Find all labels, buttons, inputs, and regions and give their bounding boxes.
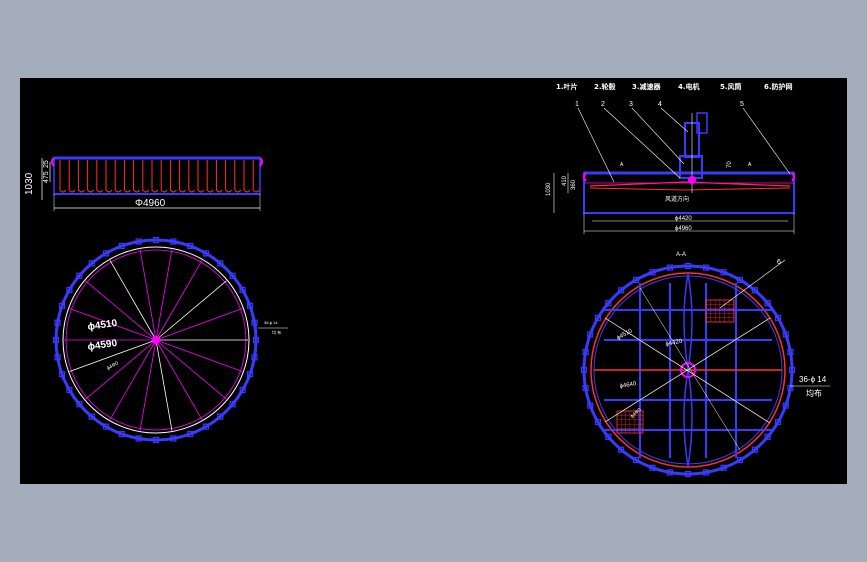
right-flange-right bbox=[791, 172, 795, 182]
right-dim-top: 70 bbox=[727, 161, 733, 168]
right-plan-dim-2: ϕ4640 bbox=[619, 381, 637, 390]
left-blade-rib bbox=[87, 160, 94, 193]
left-blade-rib bbox=[96, 160, 104, 193]
right-top-mark-2: A bbox=[748, 162, 752, 168]
leader-4 bbox=[660, 107, 689, 133]
left-blade-rib bbox=[225, 160, 232, 193]
left-blade-rib bbox=[206, 160, 214, 193]
legend-item-3: 3.减速器 bbox=[632, 82, 662, 91]
left-dim-height-a: 475 bbox=[43, 171, 50, 183]
left-blade-rib bbox=[197, 160, 205, 193]
right-plan-dim-line-3 bbox=[639, 287, 741, 451]
left-dim-height-total: 1030 bbox=[24, 172, 35, 195]
right-dim-height-b: 360 bbox=[571, 179, 577, 190]
reducer-body bbox=[679, 155, 703, 179]
left-blade-rib bbox=[142, 160, 150, 193]
left-plan-spoke bbox=[155, 339, 243, 372]
hub-circle bbox=[688, 176, 696, 184]
right-dim-outer: ϕ4960 bbox=[675, 226, 692, 232]
left-blade-rib bbox=[151, 160, 159, 193]
part-number-1: 1 bbox=[575, 101, 579, 108]
legend-item-6: 6.防护网 bbox=[764, 82, 793, 91]
right-section-view: 1.叶片 2.轮毂 3.减速器 4.电机 5.风筒 6.防护网 1 2 3 4 … bbox=[546, 82, 795, 234]
left-blade-rib bbox=[68, 160, 76, 193]
part-number-4: 4 bbox=[658, 101, 662, 108]
left-plan-dim-3: ϕ4Ф0 bbox=[106, 360, 120, 371]
left-blade-rib bbox=[179, 160, 186, 193]
left-blade-rib bbox=[252, 160, 260, 193]
left-blade-rib bbox=[77, 160, 85, 193]
fan-blade-bottom bbox=[683, 369, 693, 467]
left-plan-spoke bbox=[155, 339, 227, 400]
right-top-mark: A bbox=[620, 162, 624, 168]
legend-item-1: 1.叶片 bbox=[556, 82, 578, 91]
left-blade-rib bbox=[243, 160, 251, 193]
left-plan-note-2: 均 布 bbox=[272, 329, 281, 335]
left-plan-dim-1: ϕ4510 bbox=[87, 318, 118, 333]
left-blade-rib bbox=[59, 160, 67, 193]
right-section-mark: A-A bbox=[676, 252, 686, 258]
right-plan-bolt-note-2: 均布 bbox=[806, 388, 822, 398]
legend-item-4: 4.电机 bbox=[678, 82, 700, 91]
left-plan-note-1: 36-ϕ 14 bbox=[264, 320, 278, 325]
right-flange-left bbox=[583, 172, 587, 182]
left-blade-rib bbox=[105, 160, 113, 193]
left-plan-spoke bbox=[155, 308, 243, 341]
legend-item-5: 5.风筒 bbox=[720, 82, 742, 91]
right-flow-text: 风道方向 bbox=[665, 195, 689, 203]
right-plan-bolt-note: 36-ϕ 14 bbox=[799, 375, 827, 384]
left-blade-rib bbox=[169, 160, 177, 193]
left-plan-spoke bbox=[155, 280, 227, 341]
cad-drawing-canvas: 1030 475 25 Φ4960 ϕ4510 ϕ4590 ϕ4Ф0 36-ϕ … bbox=[20, 78, 847, 484]
left-blade-rib bbox=[114, 160, 122, 193]
left-plan-hub bbox=[152, 336, 160, 344]
part-number-3: 3 bbox=[629, 101, 633, 108]
right-plan-view: A-A 6 ϕ4510 ϕ4640 ϕ4Ф0 ϕ4420 36-ϕ 14 均布 bbox=[580, 252, 830, 478]
left-plan-view: ϕ4510 ϕ4590 ϕ4Ф0 36-ϕ 14 均 布 bbox=[52, 236, 288, 444]
left-dim-diameter: Φ4960 bbox=[135, 198, 166, 209]
left-blade-rib bbox=[215, 160, 223, 193]
left-side-elevation: 1030 475 25 Φ4960 bbox=[24, 156, 263, 211]
part-number-6: 6 bbox=[777, 259, 781, 266]
left-blade-rib bbox=[234, 160, 242, 193]
leader-1 bbox=[577, 107, 615, 183]
left-blade-rib bbox=[160, 160, 168, 193]
right-dim-height-a: 410 bbox=[562, 175, 568, 186]
left-blade-ribs bbox=[59, 160, 260, 193]
left-blade-rib bbox=[188, 160, 196, 193]
cad-drawing: 1030 475 25 Φ4960 ϕ4510 ϕ4590 ϕ4Ф0 36-ϕ … bbox=[24, 82, 830, 478]
leader-6 bbox=[719, 259, 786, 309]
left-dim-height-b: 25 bbox=[43, 160, 50, 168]
right-dim-height-total: 1030 bbox=[546, 182, 552, 196]
left-shell-outline bbox=[53, 157, 261, 195]
fan-blade-top bbox=[683, 273, 693, 371]
left-blade-rib bbox=[123, 160, 131, 193]
right-blade-profile-2 bbox=[589, 187, 791, 191]
leader-3 bbox=[631, 107, 685, 165]
part-number-2: 2 bbox=[601, 101, 605, 108]
legend-item-2: 2.轮毂 bbox=[594, 82, 616, 91]
right-dim-inner: ϕ4420 bbox=[675, 216, 692, 222]
left-blade-rib bbox=[133, 160, 140, 193]
part-number-5: 5 bbox=[740, 101, 744, 108]
